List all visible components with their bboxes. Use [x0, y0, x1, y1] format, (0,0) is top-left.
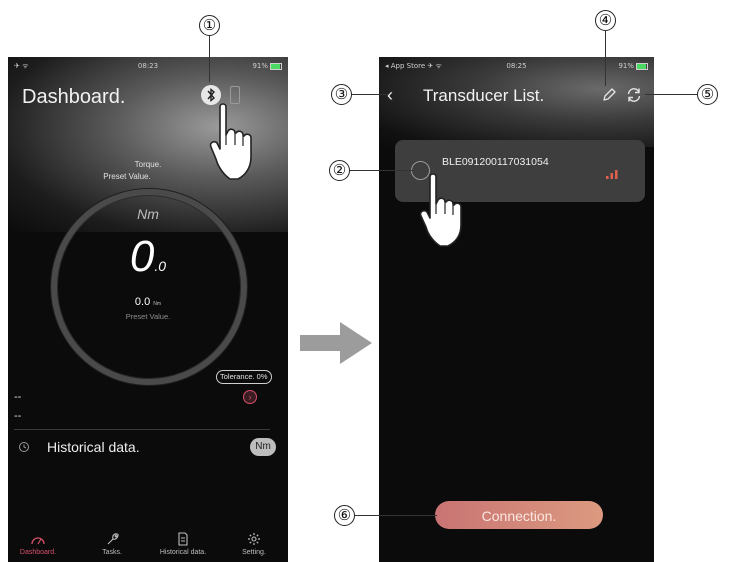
status-bar: ✈ ᯤ 08:23 91% — [8, 61, 288, 73]
hand-pointer-icon — [419, 173, 462, 247]
torque-value-decimal: .0 — [154, 258, 167, 274]
tab-historical-data-label: Historical data. — [159, 549, 207, 556]
gear-icon — [248, 533, 260, 545]
transducer-list-screen: ◂ App Store ✈ ᯤ 08:25 91% ‹ Transducer L… — [379, 57, 654, 562]
chevron-right-icon: › — [248, 392, 252, 402]
torque-value: 0.0 — [108, 232, 188, 282]
unit-badge[interactable]: Nm — [250, 438, 276, 456]
callout-5-leader — [645, 94, 697, 95]
tab-setting-label: Setting. — [242, 549, 266, 556]
signal-strength-icon — [606, 170, 618, 179]
chevron-left-icon: ‹ — [387, 85, 393, 105]
flow-arrow-icon — [300, 322, 372, 364]
battery-icon — [270, 62, 282, 70]
callout-6: ⑥ — [334, 505, 355, 526]
battery-status: 91% — [618, 62, 648, 70]
tab-historical-data[interactable]: Historical data. — [153, 532, 213, 556]
callout-1: ① — [199, 15, 220, 36]
preset-value-label: Preset Value. — [103, 172, 151, 181]
refresh-icon[interactable] — [625, 86, 643, 104]
tab-dashboard-label: Dashboard. — [19, 549, 57, 556]
callout-1-leader — [209, 36, 210, 82]
callout-2: ② — [329, 160, 350, 181]
history-icon — [19, 442, 29, 452]
back-button[interactable]: ‹ — [387, 85, 403, 105]
device-name: BLE091200117031054 — [442, 156, 549, 168]
chevron-right-button[interactable]: › — [243, 390, 257, 404]
page-title: Dashboard. — [22, 86, 126, 108]
tab-setting[interactable]: Setting. — [224, 532, 284, 556]
tab-dashboard[interactable]: Dashboard. — [8, 534, 68, 556]
preset-value-caption: Preset Value. — [125, 312, 171, 321]
page-title: Transducer List. — [423, 86, 545, 105]
historical-data-row[interactable]: Historical data. Nm — [14, 438, 278, 458]
battery-status: 91% — [252, 62, 282, 70]
hand-pointer-icon — [209, 103, 252, 180]
callout-3: ③ — [331, 84, 352, 105]
preset-value-readout: 0.0 Nm — [108, 296, 188, 308]
callout-3-leader — [352, 94, 388, 95]
preset-value-number: 0.0 — [134, 296, 151, 308]
edit-icon[interactable] — [601, 87, 617, 103]
divider — [14, 429, 270, 430]
torque-value-main: 0 — [129, 232, 155, 281]
tolerance-badge: Tolerance. 0% — [216, 370, 272, 384]
callout-2-leader — [350, 170, 412, 171]
torque-label: Torque. — [134, 160, 162, 169]
historical-data-label: Historical data. — [47, 439, 140, 455]
preset-value-unit: Nm — [153, 301, 162, 307]
status-time: 08:23 — [137, 62, 159, 70]
wrench-icon — [107, 533, 119, 545]
tab-tasks[interactable]: Tasks. — [82, 532, 142, 556]
tab-tasks-label: Tasks. — [102, 549, 122, 556]
gauge-unit: Nm — [137, 206, 159, 222]
connection-button[interactable]: Connection. — [435, 501, 603, 529]
result-line-2: -- — [14, 410, 22, 422]
status-time: 08:25 — [506, 62, 527, 70]
callout-5: ⑤ — [697, 84, 718, 105]
result-line-1: -- — [14, 391, 22, 403]
callout-4: ④ — [595, 10, 616, 31]
status-bar: ◂ App Store ✈ ᯤ 08:25 91% — [379, 61, 654, 73]
gauge-icon — [31, 537, 45, 545]
callout-6-leader — [355, 515, 437, 516]
callout-4-leader — [605, 31, 606, 86]
document-icon — [178, 532, 188, 546]
battery-icon — [636, 62, 648, 70]
dashboard-screen: ✈ ᯤ 08:23 91% Dashboard. Torque. Preset … — [8, 57, 288, 562]
